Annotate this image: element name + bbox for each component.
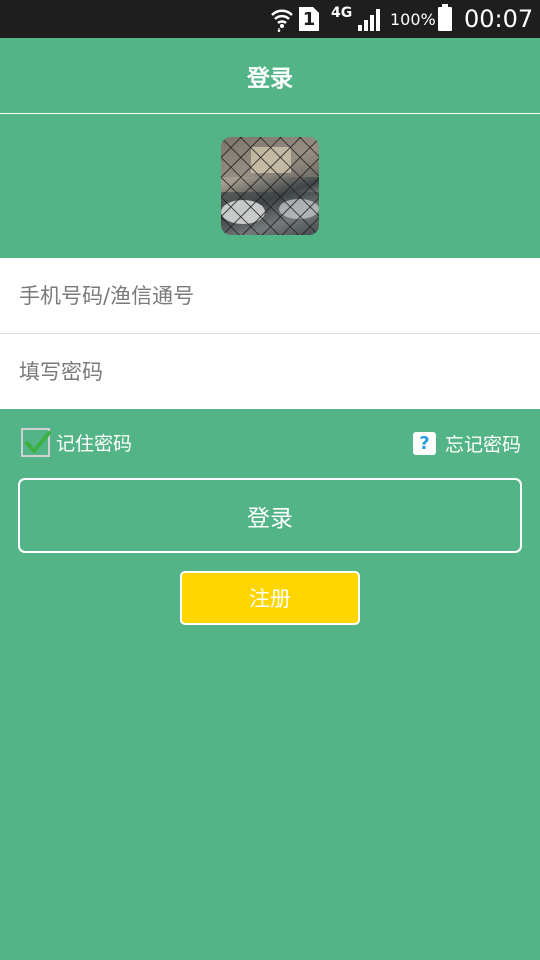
register-button[interactable]: 注册: [180, 571, 360, 625]
password-field-row: [0, 333, 540, 409]
remember-password-toggle[interactable]: 记住密码: [21, 428, 132, 457]
forgot-password-link[interactable]: ? 忘记密码: [412, 428, 521, 458]
help-icon: ?: [412, 431, 436, 455]
status-bar: 1 4G 100% 00:07: [0, 0, 540, 38]
header-bar: 登录: [0, 38, 540, 114]
battery-percentage: 100%: [390, 9, 436, 29]
battery-icon: [438, 0, 452, 38]
page-title: 登录: [247, 65, 293, 92]
password-input[interactable]: [19, 359, 540, 384]
account-input[interactable]: [19, 283, 540, 308]
wifi-icon: [270, 0, 294, 38]
remember-label: 记住密码: [56, 433, 133, 455]
forgot-label: 忘记密码: [444, 433, 521, 456]
signal-icon: [356, 0, 382, 38]
account-field-row: [0, 258, 540, 333]
avatar: [221, 137, 319, 235]
login-button[interactable]: 登录: [18, 478, 522, 553]
network-type: 4G: [331, 5, 353, 21]
login-options: 记住密码 ? 忘记密码: [0, 428, 540, 462]
clock: 00:07: [464, 5, 534, 33]
login-form: [0, 258, 540, 409]
sim-icon: 1: [299, 0, 319, 38]
checkmark-icon: [25, 431, 51, 453]
sim-slot: 1: [299, 7, 319, 31]
remember-checkbox[interactable]: [21, 428, 51, 457]
